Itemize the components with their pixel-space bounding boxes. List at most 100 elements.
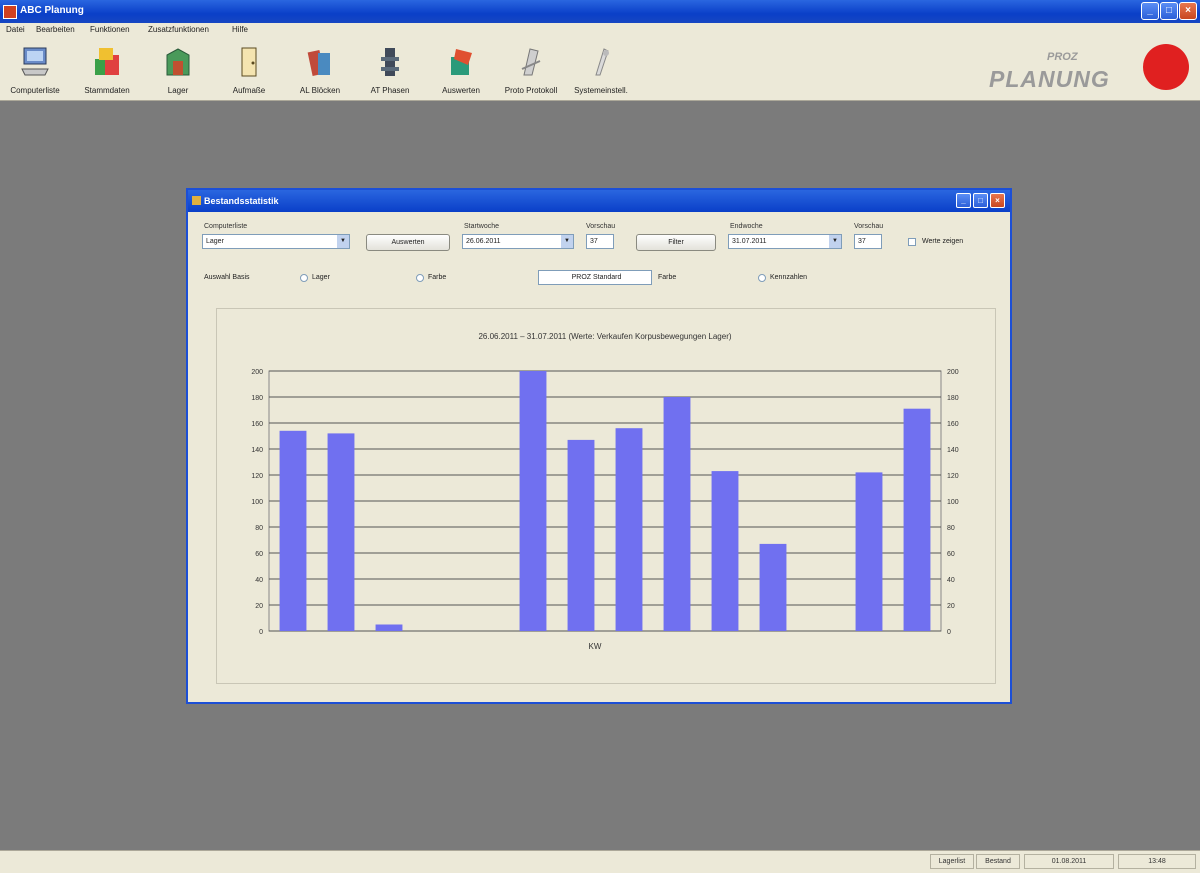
bar [759,543,787,631]
y2-tick-label: 120 [947,473,959,480]
dialog-titlebar: Bestandsstatistik _ □ × [188,190,1010,212]
bar [567,439,595,631]
status-time: 13:48 [1118,854,1196,869]
menu-hilfe[interactable]: Hilfe [232,25,248,34]
status-bar: Lagerlist Bestand 01.08.2011 13:48 [0,850,1200,873]
y-tick-label: 40 [255,577,263,584]
toolbar-label: Aufmaße [232,86,266,95]
bar [375,624,403,631]
week-label: Vorschau [586,223,616,230]
y2-tick-label: 80 [947,525,955,532]
end-date-select[interactable]: 31.07.2011 ▼ [728,234,842,249]
bar [519,371,547,631]
toolbar-label: Systemeinstell. [574,86,628,95]
week-field[interactable]: 37 [586,234,614,249]
y2-tick-label: 140 [947,447,959,454]
y2-tick-label: 40 [947,577,955,584]
toolbar-label: Computerliste [10,86,60,95]
y-tick-label: 100 [251,499,263,506]
toolbar-protokoll[interactable]: Proto Protokoll [496,41,566,97]
radio-lager-label: Lager [312,274,330,281]
start-date-value: 26.06.2011 [466,238,501,245]
x-axis-label: KW [589,642,602,651]
y-tick-label: 0 [259,629,263,636]
menu-zusatzfunktionen[interactable]: Zusatzfunktionen [148,25,209,34]
toolbar-label: Auswerten [442,86,480,95]
dialog-maximize-button[interactable]: □ [973,193,988,208]
standard-field[interactable]: PROZ Standard [538,270,652,285]
toolbar-stammdaten[interactable]: Stammdaten [72,41,142,97]
menu-funktionen[interactable]: Funktionen [90,25,130,34]
minimize-button[interactable]: _ [1141,2,1159,20]
menu-datei[interactable]: Datei [6,25,25,34]
y-tick-label: 160 [251,421,263,428]
toolbar-label: AL Blöcken [299,86,341,95]
bar [711,471,739,631]
y-tick-label: 180 [251,395,263,402]
y-tick-label: 60 [255,551,263,558]
y-tick-label: 140 [251,447,263,454]
filter-button[interactable]: Filter [636,234,716,251]
status-panel-2: Bestand [976,854,1020,869]
y-tick-label: 20 [255,603,263,610]
evaluate-button[interactable]: Auswerten [366,234,450,251]
toolbar-al-bloecken[interactable]: AL Blöcken [285,41,355,97]
toolbar-computerliste[interactable]: Computerliste [0,41,70,97]
radio-farbe-label: Farbe [428,274,447,281]
menu-bearbeiten[interactable]: Bearbeiten [36,25,75,34]
y-tick-label: 120 [251,473,263,480]
close-button[interactable]: × [1179,2,1197,20]
chart-title: 26.06.2011 – 31.07.2011 (Werte: Verkaufe… [478,332,731,341]
maximize-button[interactable]: □ [1160,2,1178,20]
toolbar-label: Lager [167,86,189,95]
y2-tick-label: 0 [947,629,951,636]
toolbar-systemeinstellungen[interactable]: Systemeinstell. [566,41,636,97]
chevron-down-icon[interactable]: ▼ [829,235,841,248]
y2-tick-label: 60 [947,551,955,558]
toolbar-lager[interactable]: Lager [143,41,213,97]
y2-tick-label: 160 [947,421,959,428]
door-icon [241,47,257,77]
computer-select[interactable]: Lager ▼ [202,234,350,249]
chevron-down-icon[interactable]: ▼ [561,235,573,248]
dialog-icon [192,196,201,205]
logo-sun-icon [1143,44,1189,90]
toolbar-label: Stammdaten [84,86,130,95]
start-date-select[interactable]: 26.06.2011 ▼ [462,234,574,249]
toolbar-auswerten[interactable]: Auswerten [426,41,496,97]
y2-tick-label: 200 [947,369,959,376]
toolbar-label: AT Phasen [370,86,410,95]
end-date-value: 31.07.2011 [732,238,767,245]
tower-icon [381,48,399,76]
week2-field[interactable]: 37 [854,234,882,249]
company-logo: PROZ PLANUNG [985,40,1195,98]
bar-chart: 0 0 20 20 40 40 60 60 80 80 100 100 120 120 140 140 160 1… [251,332,959,651]
dialog-minimize-button[interactable]: _ [956,193,971,208]
statistics-dialog: Bestandsstatistik _ □ × Computerliste La… [186,188,1012,704]
y2-tick-label: 20 [947,603,955,610]
computer-select-value: Lager [206,238,224,245]
logo-main-text: PLANUNG [989,66,1110,92]
computer-label: Computerliste [204,223,248,230]
toolbar-aufmasse[interactable]: Aufmaße [214,41,284,97]
settings-icon [595,48,609,76]
protocol-icon [521,48,541,76]
status-date: 01.08.2011 [1024,854,1114,869]
start-label: Startwoche [464,223,500,230]
chevron-down-icon[interactable]: ▼ [337,235,349,248]
chart-panel: 0 0 20 20 40 40 60 60 80 80 100 100 120 120 140 140 160 1… [216,308,996,684]
dialog-close-button[interactable]: × [990,193,1005,208]
y2-tick-label: 180 [947,395,959,402]
radio-lager[interactable] [300,274,308,282]
show-values-checkbox[interactable] [908,238,916,246]
week2-label: Vorschau [854,223,884,230]
radio-kennzahlen[interactable] [758,274,766,282]
radio-kennzahlen-label: Kennzahlen [770,274,807,281]
bar [855,472,883,631]
toolbar-at-phasen[interactable]: AT Phasen [355,41,425,97]
radio-farbe[interactable] [416,274,424,282]
filter-label: Auswahl Basis [204,274,250,281]
bar [615,428,643,631]
warehouse-icon [166,48,190,76]
end-label: Endwoche [730,223,763,230]
